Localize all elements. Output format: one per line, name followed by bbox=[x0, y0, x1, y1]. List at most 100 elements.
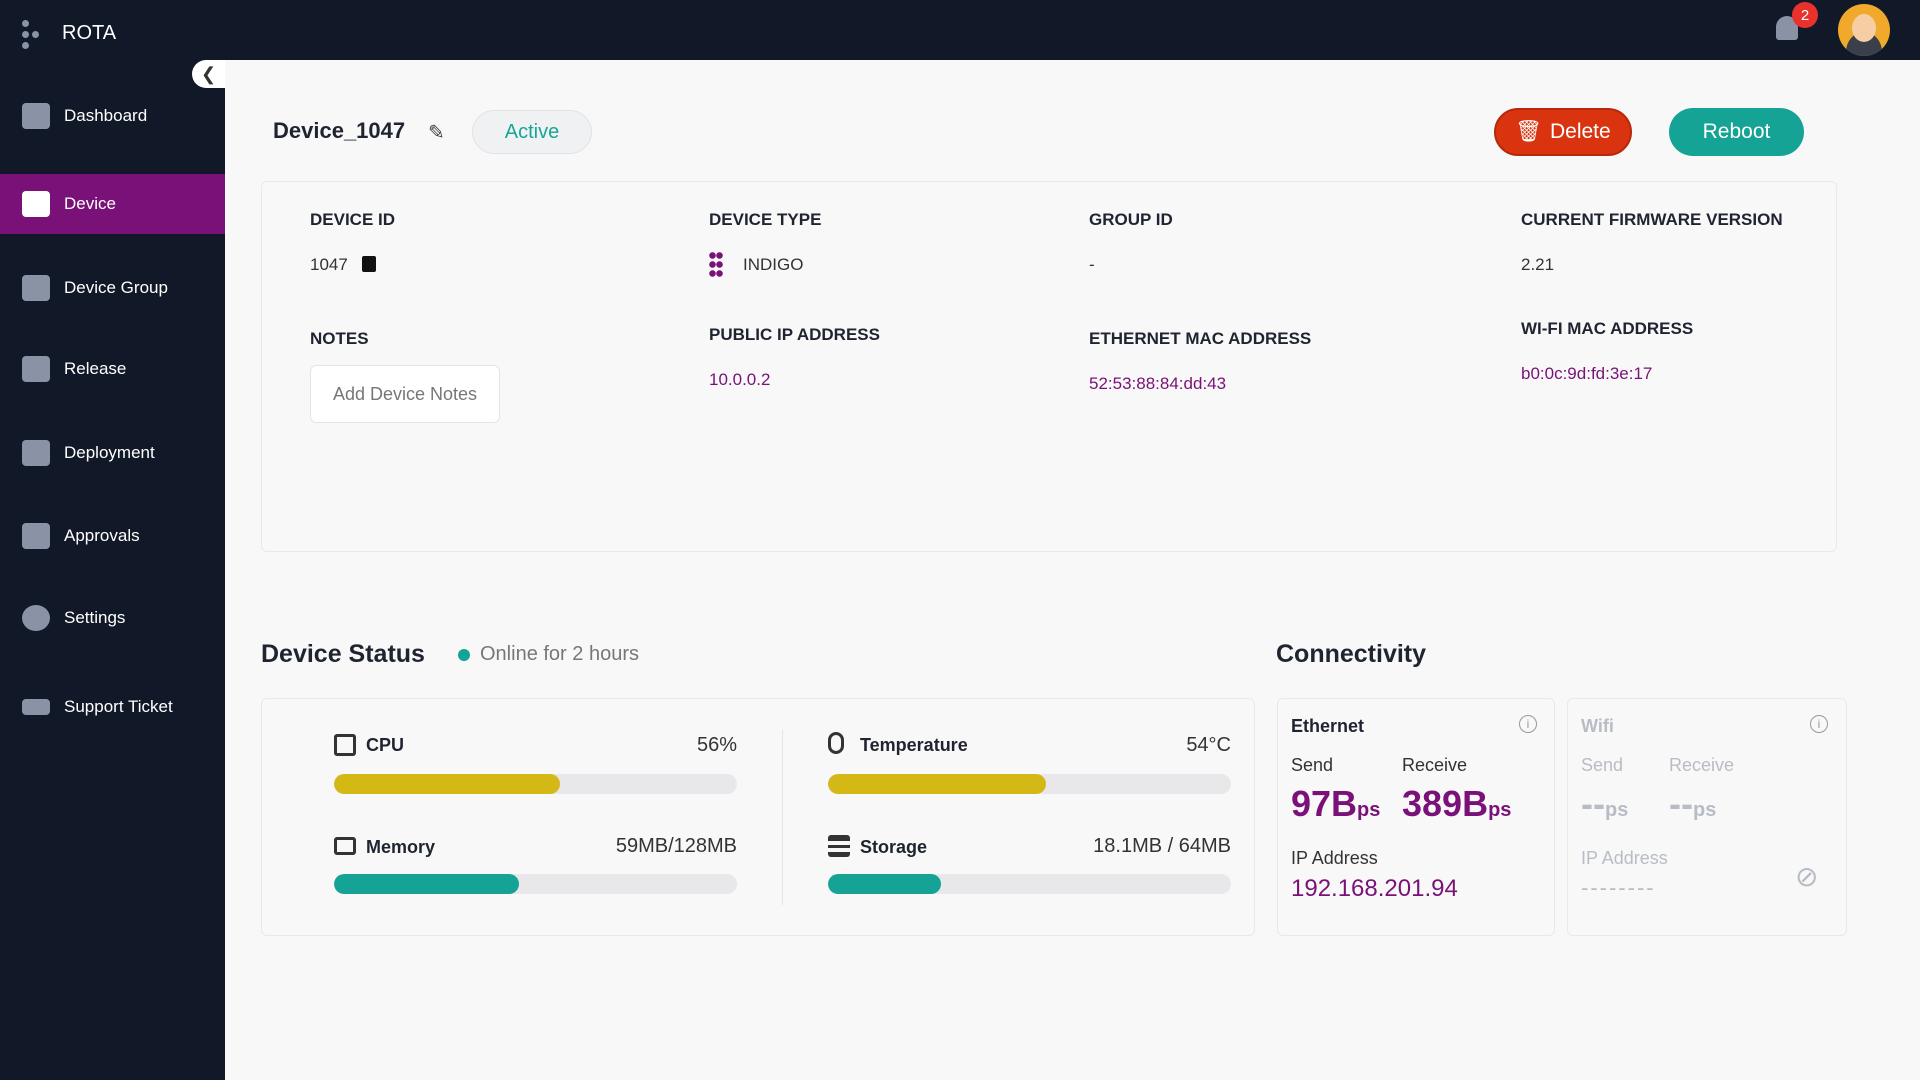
connectivity-heading: Connectivity bbox=[1276, 640, 1427, 668]
wifi-receive-label: Receive bbox=[1669, 755, 1735, 775]
cpu-bar-fill bbox=[334, 774, 560, 794]
status-badge: Active bbox=[472, 110, 592, 154]
sidebar-item-label: Release bbox=[64, 359, 127, 378]
sidebar-item-release[interactable]: Release bbox=[0, 340, 225, 398]
cpu-label: CPU bbox=[366, 735, 405, 755]
sidebar-item-device-group[interactable]: Device Group bbox=[0, 259, 225, 317]
temperature-bar bbox=[828, 774, 1231, 794]
device-status-heading: Device Status bbox=[261, 640, 425, 668]
temperature-label: Temperature bbox=[860, 735, 968, 755]
memory-bar bbox=[334, 874, 737, 894]
delete-label: Delete bbox=[1549, 120, 1611, 143]
wifi-send-rate: --ps bbox=[1581, 783, 1628, 825]
send-rate: 97Bps bbox=[1291, 783, 1380, 825]
wifi-ip-value: -------- bbox=[1581, 875, 1656, 900]
sidebar-item-label: Device bbox=[64, 194, 116, 213]
memory-label: Memory bbox=[366, 837, 436, 857]
public-ip-value: 10.0.0.2 bbox=[709, 370, 771, 389]
copy-icon[interactable] bbox=[362, 256, 376, 272]
storage-label: Storage bbox=[860, 837, 928, 857]
sidebar-item-label: Approvals bbox=[64, 526, 140, 545]
reboot-button[interactable]: Reboot bbox=[1669, 108, 1804, 156]
cpu-icon bbox=[334, 734, 356, 756]
ethernet-mac-value: 52:53:88:84:dd:43 bbox=[1089, 374, 1227, 393]
online-status: Online for 2 hours bbox=[480, 643, 639, 665]
info-icon[interactable]: i bbox=[1519, 715, 1537, 733]
receive-unit: ps bbox=[1488, 799, 1512, 821]
device-type-value: INDIGO bbox=[743, 255, 804, 274]
edit-icon[interactable]: ✎ bbox=[428, 120, 445, 145]
wifi-receive-value: -- bbox=[1669, 783, 1693, 824]
memory-icon bbox=[334, 837, 356, 855]
sidebar-item-device[interactable]: Device bbox=[0, 174, 225, 234]
send-label: Send bbox=[1291, 755, 1334, 775]
chevron-left-icon: ❮ bbox=[200, 63, 217, 84]
sidebar-item-dashboard[interactable]: Dashboard bbox=[0, 87, 225, 145]
temperature-value: 54°C bbox=[1186, 734, 1231, 756]
send-unit: ps bbox=[1357, 799, 1381, 821]
rota-logo-icon bbox=[22, 20, 42, 50]
top-bar bbox=[0, 0, 1920, 60]
info-icon[interactable]: i bbox=[1810, 715, 1828, 733]
ticket-icon bbox=[22, 699, 50, 715]
device-id-label: DEVICE ID bbox=[310, 210, 396, 229]
sidebar-item-label: Settings bbox=[64, 608, 126, 627]
avatar[interactable] bbox=[1838, 4, 1890, 56]
notification-badge: 2 bbox=[1792, 2, 1818, 28]
sidebar-item-approvals[interactable]: Approvals bbox=[0, 507, 225, 565]
wifi-mac-label: WI-FI MAC ADDRESS bbox=[1521, 319, 1694, 338]
delete-button[interactable]: 🗑 Delete bbox=[1494, 108, 1632, 156]
cpu-bar bbox=[334, 774, 737, 794]
storage-bar bbox=[828, 874, 1231, 894]
approvals-icon bbox=[22, 523, 50, 549]
gear-icon bbox=[22, 605, 50, 631]
sidebar-item-settings[interactable]: Settings bbox=[0, 589, 225, 647]
send-value: 97B bbox=[1291, 783, 1358, 824]
device-group-icon bbox=[22, 275, 50, 301]
storage-icon bbox=[828, 835, 850, 857]
dashboard-icon bbox=[22, 103, 50, 129]
sidebar-item-label: Dashboard bbox=[64, 106, 148, 125]
ethernet-mac-label: ETHERNET MAC ADDRESS bbox=[1089, 329, 1312, 348]
group-id-value: - bbox=[1089, 255, 1095, 274]
online-dot-icon bbox=[458, 649, 470, 661]
thermometer-icon bbox=[828, 732, 844, 754]
memory-value: 59MB/128MB bbox=[615, 835, 737, 857]
add-notes-button[interactable]: Add Device Notes bbox=[310, 365, 500, 423]
device-id-value: 1047 bbox=[310, 255, 348, 274]
receive-value: 389B bbox=[1402, 783, 1489, 824]
receive-label: Receive bbox=[1402, 755, 1468, 775]
wifi-send-unit: ps bbox=[1604, 799, 1629, 821]
package-icon bbox=[22, 356, 50, 382]
device-icon bbox=[22, 191, 50, 217]
sidebar-item-support-ticket[interactable]: Support Ticket bbox=[0, 678, 225, 736]
ethernet-title: Ethernet bbox=[1291, 716, 1365, 736]
device-type-icon bbox=[709, 251, 723, 277]
device-type-label: DEVICE TYPE bbox=[709, 210, 822, 229]
storage-value: 18.1MB / 64MB bbox=[1093, 835, 1231, 857]
ip-value: 192.168.201.94 bbox=[1291, 875, 1458, 902]
wifi-off-icon: ⊘ bbox=[1795, 861, 1819, 892]
temperature-bar-fill bbox=[828, 774, 1046, 794]
sidebar: Dashboard Device Device Group Release De… bbox=[0, 60, 225, 1080]
sidebar-item-label: Support Ticket bbox=[64, 697, 173, 716]
ip-label: IP Address bbox=[1291, 848, 1378, 868]
rocket-icon bbox=[22, 440, 50, 466]
wifi-title: Wifi bbox=[1581, 716, 1614, 736]
cpu-value: 56% bbox=[696, 734, 737, 756]
sidebar-item-label: Deployment bbox=[64, 443, 155, 462]
wifi-send-label: Send bbox=[1581, 755, 1624, 775]
trash-icon: 🗑 bbox=[1515, 120, 1542, 143]
sidebar-item-deployment[interactable]: Deployment bbox=[0, 424, 225, 482]
firmware-value: 2.21 bbox=[1521, 255, 1555, 274]
firmware-label: CURRENT FIRMWARE VERSION bbox=[1521, 210, 1783, 229]
group-id-label: GROUP ID bbox=[1089, 210, 1173, 229]
wifi-mac-value: b0:0c:9d:fd:3e:17 bbox=[1521, 364, 1653, 383]
wifi-ip-label: IP Address bbox=[1581, 848, 1668, 868]
collapse-sidebar-button[interactable]: ❮ bbox=[192, 60, 225, 88]
wifi-send-value: -- bbox=[1581, 783, 1605, 824]
sidebar-item-label: Device Group bbox=[64, 278, 168, 297]
receive-rate: 389Bps bbox=[1402, 783, 1511, 825]
wifi-receive-rate: --ps bbox=[1669, 783, 1716, 825]
app-name: ROTA bbox=[62, 22, 117, 44]
